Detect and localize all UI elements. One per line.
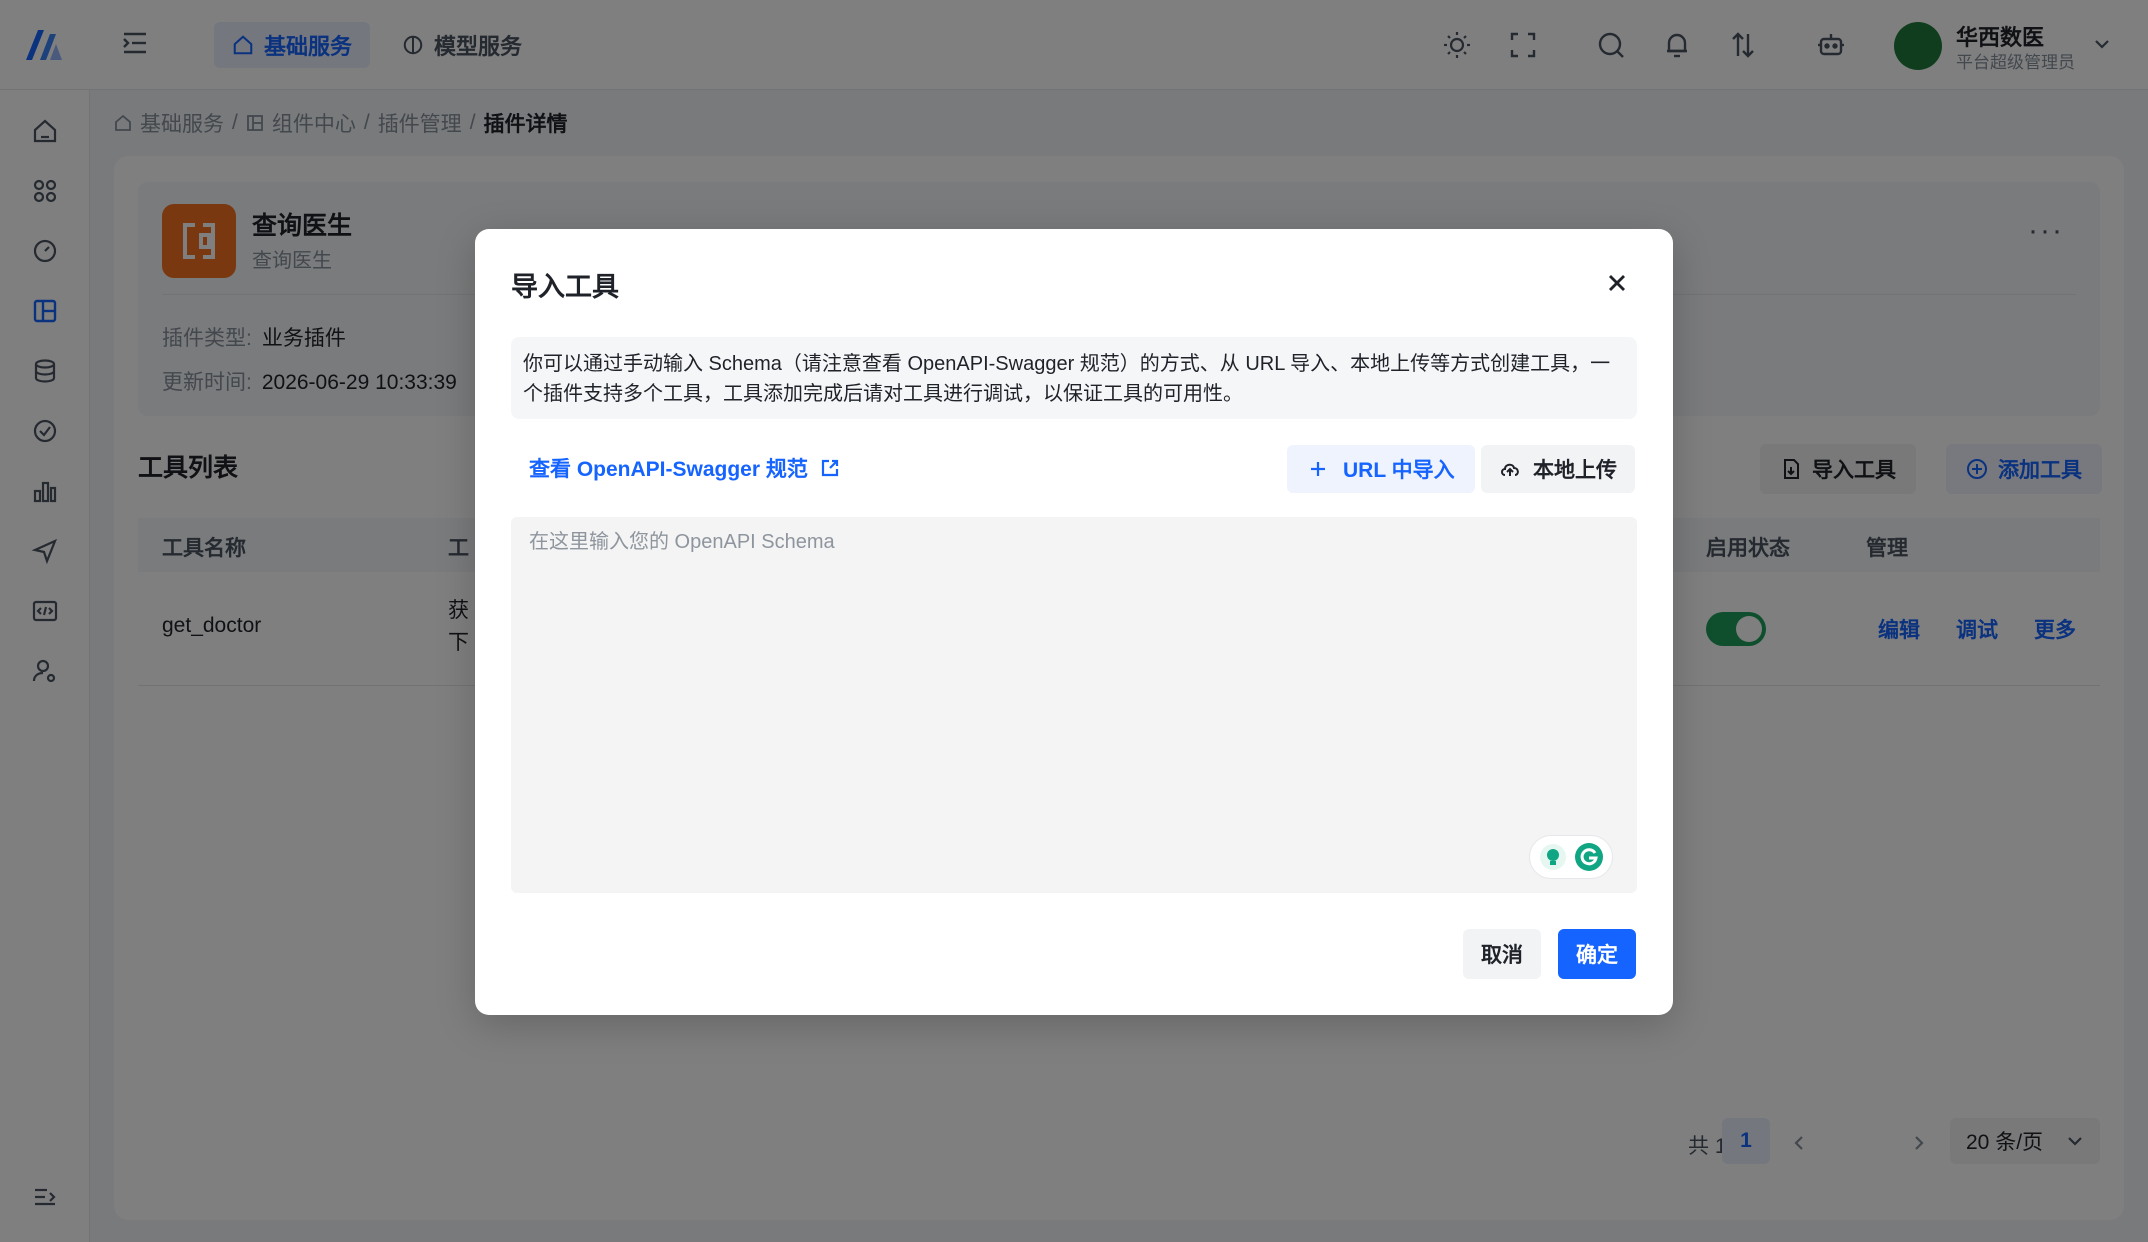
cloud-upload-icon [1501, 463, 1519, 476]
modal-title: 导入工具 [511, 272, 619, 302]
cancel-button[interactable]: 取消 [1463, 929, 1541, 979]
local-upload-button[interactable]: 本地上传 [1481, 445, 1635, 493]
url-import-label: URL 中导入 [1343, 459, 1455, 482]
swagger-spec-link[interactable]: 查看 OpenAPI-Swagger 规范 [529, 453, 840, 483]
local-upload-label: 本地上传 [1533, 459, 1617, 482]
external-link-icon [821, 459, 838, 477]
grammarly-g-icon [1575, 843, 1603, 871]
confirm-button[interactable]: 确定 [1558, 929, 1636, 979]
modal-description: 你可以通过手动输入 Schema（请注意查看 OpenAPI-Swagger 规… [511, 337, 1637, 419]
schema-input[interactable] [511, 517, 1637, 893]
grammarly-widget[interactable] [1529, 835, 1613, 879]
close-icon[interactable] [1603, 269, 1631, 297]
url-import-button[interactable]: URL 中导入 [1287, 445, 1475, 493]
import-tool-modal: 导入工具 你可以通过手动输入 Schema（请注意查看 OpenAPI-Swag… [475, 229, 1673, 1015]
lightbulb-icon [1540, 844, 1566, 870]
plus-icon [1311, 462, 1325, 476]
swagger-link-label: 查看 OpenAPI-Swagger 规范 [529, 458, 808, 481]
